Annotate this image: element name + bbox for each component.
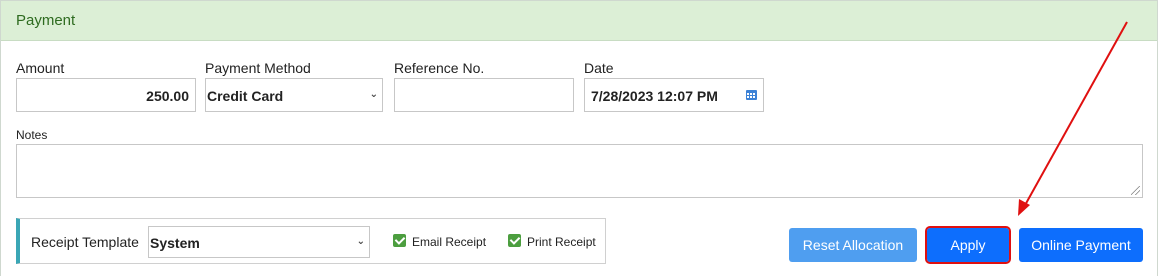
reference-label: Reference No. (394, 60, 485, 76)
reference-input[interactable] (394, 78, 574, 112)
online-payment-button[interactable]: Online Payment (1019, 228, 1143, 262)
print-receipt-label[interactable]: Print Receipt (527, 235, 596, 249)
date-input[interactable]: 7/28/2023 12:07 PM (584, 78, 764, 112)
amount-value: 250.00 (146, 88, 189, 104)
chevron-down-icon: ⌄ (369, 89, 378, 100)
apply-button[interactable]: Apply (925, 226, 1011, 264)
payment-method-value: Credit Card (207, 88, 284, 104)
reset-allocation-button[interactable]: Reset Allocation (789, 228, 917, 262)
panel-header: Payment (1, 1, 1157, 41)
date-label: Date (584, 60, 614, 76)
payment-method-label: Payment Method (205, 60, 311, 76)
payment-panel: Payment Amount 250.00 Payment Method Cre… (0, 0, 1158, 276)
print-receipt-checkbox[interactable] (508, 234, 521, 247)
amount-input[interactable]: 250.00 (16, 78, 196, 112)
email-receipt-label[interactable]: Email Receipt (412, 235, 486, 249)
receipt-template-value: System (150, 235, 200, 251)
receipt-template-select[interactable]: System ⌄ (148, 226, 370, 258)
email-receipt-checkbox[interactable] (393, 234, 406, 247)
date-value: 7/28/2023 12:07 PM (591, 88, 718, 104)
receipt-template-label: Receipt Template (31, 234, 139, 250)
notes-textarea[interactable] (16, 144, 1143, 198)
amount-label: Amount (16, 60, 65, 76)
notes-label: Notes (16, 128, 48, 142)
chevron-down-icon: ⌄ (356, 236, 365, 247)
receipt-options: Receipt Template System ⌄ Email Receipt … (16, 218, 606, 264)
calendar-icon[interactable] (746, 90, 757, 100)
resize-handle-icon[interactable] (1131, 186, 1140, 195)
panel-title: Payment (16, 12, 76, 29)
payment-method-select[interactable]: Credit Card ⌄ (205, 78, 383, 112)
